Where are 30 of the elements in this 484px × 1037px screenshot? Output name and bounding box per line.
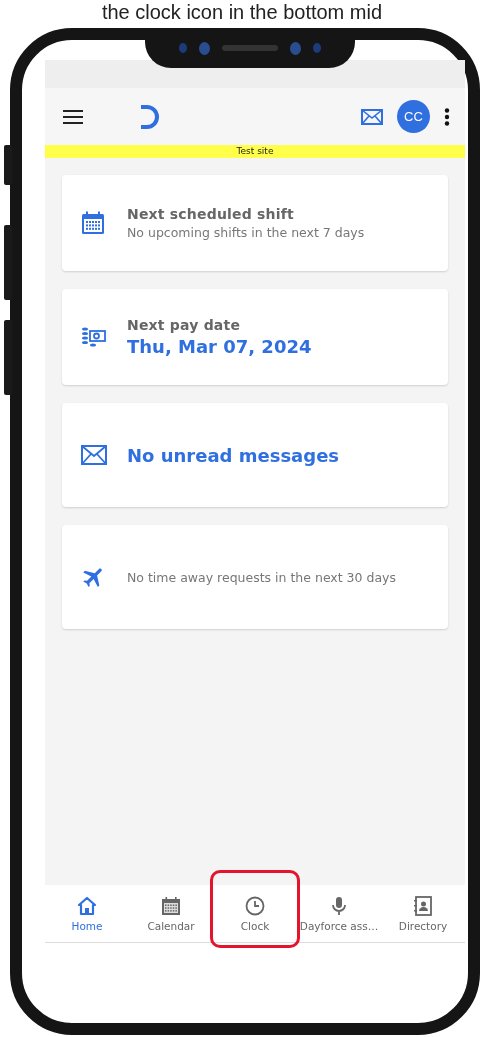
nav-tab[interactable]: Home [45, 885, 129, 942]
nav-tab[interactable]: Directory [381, 885, 465, 942]
card-value: No unread messages [127, 444, 340, 466]
menu-icon[interactable] [63, 109, 83, 124]
info-card[interactable]: Next scheduled shift No upcoming shifts in the next 7 days [62, 175, 448, 271]
nav-tab[interactable]: Calendar [129, 885, 213, 942]
nav-tab[interactable]: Dayforce ass… [297, 885, 381, 942]
info-card[interactable]: No unread messages [62, 403, 448, 507]
nav-tab[interactable]: Clock [213, 885, 297, 942]
more-icon[interactable] [444, 107, 450, 126]
calendar-icon [161, 895, 181, 916]
card-value: Thu, Mar 07, 2024 [127, 336, 312, 357]
card-title: Next scheduled shift [127, 206, 295, 222]
test-site-banner: Test site [45, 145, 465, 158]
avatar-button[interactable]: CC [397, 100, 430, 133]
card-subtitle: No time away requests in the next 30 days [127, 569, 396, 585]
mail-icon [81, 445, 107, 465]
microphone-icon [329, 895, 349, 916]
money-icon [81, 326, 107, 348]
mail-icon[interactable] [361, 108, 383, 125]
card-title: Next pay date [127, 317, 242, 333]
info-card[interactable]: No time away requests in the next 30 days [62, 525, 448, 629]
card-subtitle: No upcoming shifts in the next 7 days [127, 225, 365, 240]
info-card[interactable]: Next pay date Thu, Mar 07, 2024 [62, 289, 448, 385]
logo-icon [139, 103, 161, 130]
contacts-book-icon [413, 895, 433, 916]
calendar-icon [81, 211, 105, 235]
caption-text: the clock icon in the bottom mid [100, 0, 384, 25]
clock-icon [245, 895, 265, 916]
home-icon [77, 895, 97, 916]
